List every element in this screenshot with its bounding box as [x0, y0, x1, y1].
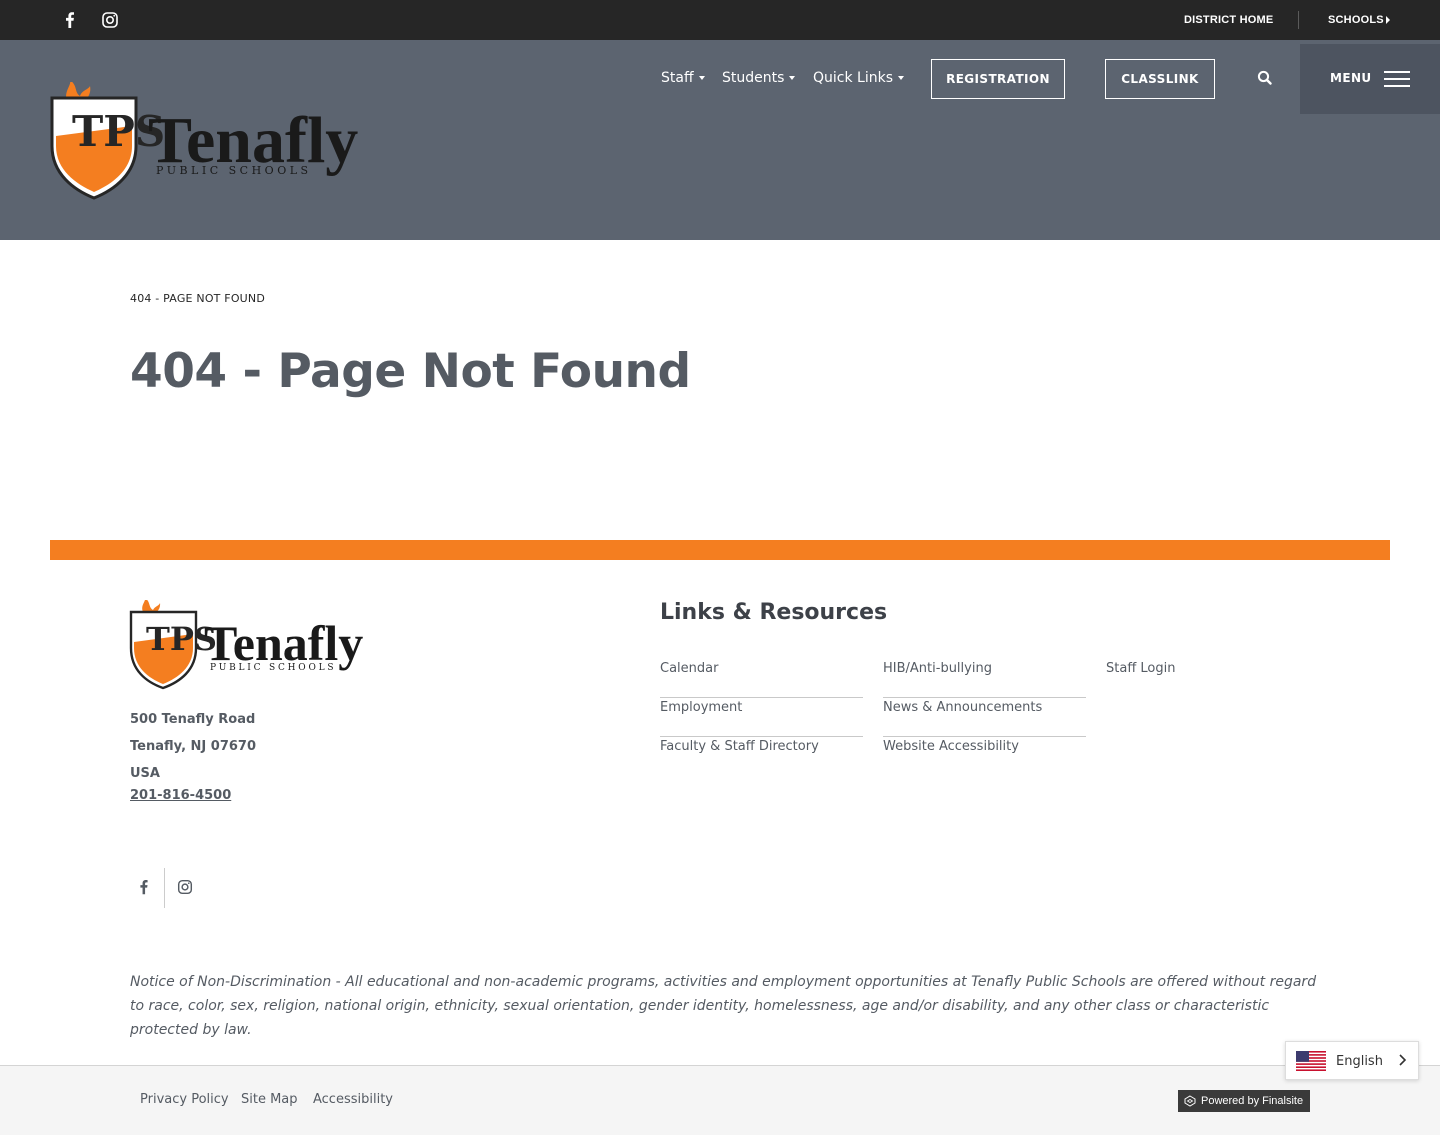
- nav-staff-label: Staff: [661, 70, 694, 86]
- caret-right-icon: [1386, 16, 1390, 24]
- instagram-icon[interactable]: [176, 878, 194, 896]
- social-divider: [164, 868, 165, 908]
- svg-text:PUBLIC SCHOOLS: PUBLIC SCHOOLS: [156, 164, 312, 177]
- footer-link-staff-login[interactable]: Staff Login: [1106, 659, 1309, 698]
- bottom-bar: Privacy Policy Site Map Accessibility Po…: [0, 1065, 1440, 1135]
- breadcrumb: 404 - PAGE NOT FOUND: [130, 292, 266, 305]
- address-street: 500 Tenafly Road: [130, 712, 256, 727]
- powered-by-label: Powered by Finalsite: [1201, 1095, 1304, 1107]
- instagram-icon[interactable]: [100, 10, 120, 30]
- caret-down-icon: [789, 76, 796, 80]
- nav-staff[interactable]: Staff: [661, 70, 705, 86]
- search-icon[interactable]: [1255, 68, 1275, 88]
- page-title: 404 - Page Not Found: [130, 344, 691, 399]
- phone-link[interactable]: 201-816-4500: [130, 788, 231, 803]
- utility-divider: [1298, 11, 1299, 29]
- nav-quick-links-label: Quick Links: [813, 70, 894, 86]
- facebook-icon[interactable]: [60, 10, 80, 30]
- caret-down-icon: [698, 76, 705, 80]
- footer-link-directory[interactable]: Faculty & Staff Directory: [660, 737, 863, 776]
- non-discrimination-notice: Notice of Non-Discrimination - All educa…: [130, 974, 1317, 1038]
- privacy-policy-link[interactable]: Privacy Policy: [140, 1092, 229, 1107]
- district-home-link[interactable]: DISTRICT HOME: [1184, 14, 1273, 26]
- language-label: English: [1336, 1054, 1383, 1069]
- accessibility-link[interactable]: Accessibility: [313, 1092, 393, 1107]
- site-header: TPS Tenafly PUBLIC SCHOOLS Staff Student…: [0, 40, 1440, 240]
- footer-link-calendar[interactable]: Calendar: [660, 659, 863, 698]
- menu-label: MENU: [1330, 71, 1372, 85]
- footer-link-news[interactable]: News & Announcements: [883, 698, 1086, 737]
- language-selector[interactable]: English: [1285, 1041, 1419, 1080]
- caret-down-icon: [898, 76, 905, 80]
- footer-accent-bar: [50, 540, 1390, 560]
- classlink-button[interactable]: CLASSLINK: [1105, 59, 1215, 99]
- footer-link-employment[interactable]: Employment: [660, 698, 863, 737]
- hamburger-icon: [1384, 71, 1410, 89]
- finalsite-icon: [1184, 1095, 1196, 1107]
- svg-text:PUBLIC SCHOOLS: PUBLIC SCHOOLS: [210, 663, 336, 673]
- us-flag-icon: [1296, 1051, 1326, 1071]
- footer-link-accessibility[interactable]: Website Accessibility: [883, 737, 1086, 776]
- links-resources-heading: Links & Resources: [660, 600, 888, 625]
- nav-quick-links[interactable]: Quick Links: [813, 70, 905, 86]
- menu-button[interactable]: MENU: [1300, 44, 1440, 114]
- nav-students[interactable]: Students: [722, 70, 796, 86]
- address-city: Tenafly, NJ 07670: [130, 739, 257, 754]
- schools-dropdown[interactable]: SCHOOLS: [1328, 14, 1384, 26]
- utility-bar: DISTRICT HOME SCHOOLS: [0, 0, 1440, 40]
- registration-button[interactable]: REGISTRATION: [931, 59, 1065, 99]
- footer-link-hib[interactable]: HIB/Anti-bullying: [883, 659, 1086, 698]
- chevron-right-icon: [1399, 1054, 1407, 1066]
- nav-students-label: Students: [722, 70, 785, 86]
- powered-by-finalsite[interactable]: Powered by Finalsite: [1178, 1090, 1310, 1112]
- facebook-icon[interactable]: [135, 878, 153, 896]
- footer-logo[interactable]: TPS Tenafly PUBLIC SCHOOLS: [128, 598, 368, 692]
- district-logo[interactable]: TPS Tenafly PUBLIC SCHOOLS: [48, 80, 368, 202]
- address-country: USA: [130, 766, 160, 781]
- site-map-link[interactable]: Site Map: [241, 1092, 298, 1107]
